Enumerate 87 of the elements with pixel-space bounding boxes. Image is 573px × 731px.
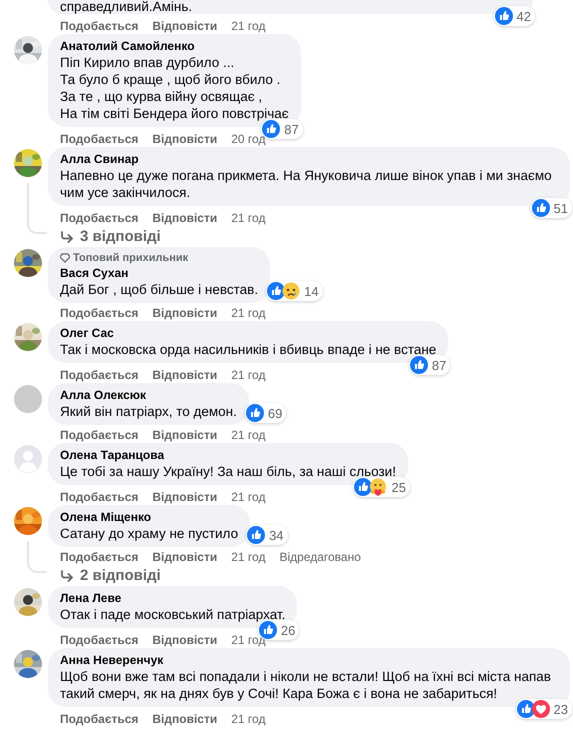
like-reaction-icon [410, 356, 428, 374]
like-reaction-icon [246, 404, 264, 422]
diamond-icon [60, 253, 70, 263]
like-reaction-icon [354, 478, 372, 496]
reactions-pill[interactable]: 23 [516, 699, 572, 719]
like-reaction-icon [267, 282, 286, 300]
author-name[interactable]: Олена Міщенко [60, 509, 238, 525]
hugging-face-icon [369, 478, 388, 496]
comment-text: справедливий.Амінь. [60, 0, 194, 14]
reply-arrow-icon [60, 570, 74, 582]
reactions-pill[interactable]: 25 [353, 477, 410, 497]
comment-text: Дай Бог , щоб більше і невстав. [60, 281, 258, 298]
like-link[interactable]: Подобається [60, 306, 138, 320]
reply-link[interactable]: Відповісти [152, 490, 218, 504]
reactions-pill[interactable]: 34 [246, 525, 288, 545]
timestamp[interactable]: 21 год [231, 19, 266, 33]
reply-arrow-icon [60, 231, 74, 243]
like-link[interactable]: Подобається [60, 19, 138, 33]
like-reaction-icon [258, 621, 277, 639]
comment-text: Напевно це дуже погана прикмета. На Януковича лише вінок упав і ми знаємо чим усе закінчилося. [60, 167, 553, 201]
reply-link[interactable]: Відповісти [152, 712, 218, 726]
like-reaction-icon [532, 199, 550, 217]
view-replies-link[interactable]: 3 відповіді [60, 228, 161, 246]
like-link[interactable]: Подобається [60, 132, 138, 146]
timestamp[interactable]: 21 год [231, 368, 266, 382]
author-name[interactable]: Алла Олексюк [60, 387, 237, 403]
reply-link[interactable]: Відповісти [152, 368, 218, 382]
reply-link[interactable]: Відповісти [152, 633, 218, 647]
author-name[interactable]: Олена Таранцова [60, 447, 396, 463]
comment-text: Щоб вони вже там всі попадали і ніколи не встали! Щоб на їхні всі міста напав такий смерч, як на днях був у Сочі! Кара Божа є і вона не забариться! [60, 668, 552, 702]
author-name[interactable]: Алла Свинар [60, 151, 558, 167]
timestamp[interactable]: 21 год [231, 550, 266, 564]
timestamp[interactable]: 21 год [231, 490, 266, 504]
reply-link[interactable]: Відповісти [152, 19, 218, 33]
like-link[interactable]: Подобається [60, 550, 138, 564]
view-replies-link[interactable]: 2 відповіді [60, 567, 161, 585]
reaction-count: 34 [269, 528, 284, 542]
reply-link[interactable]: Відповісти [152, 211, 218, 225]
edited-label: Відредаговано [279, 550, 361, 564]
comment-text: Це тобі за нашу Україну! За наш біль, за наші сльози! [60, 463, 396, 480]
thread-line [27, 183, 47, 234]
reactions-pill[interactable]: 51 [530, 198, 572, 218]
reaction-count: 69 [268, 406, 282, 420]
like-reaction-icon [494, 7, 513, 25]
thread-line [27, 541, 47, 573]
badge-label: Топовий прихильник [73, 251, 188, 265]
author-name[interactable]: Анна Неверенчук [60, 652, 558, 668]
like-link[interactable]: Подобається [60, 712, 138, 726]
author-name[interactable]: Вася Сухан [60, 265, 258, 281]
comment-text: Який він патріарх, то демон. [60, 403, 237, 420]
comment-text: Так і московска орда насильників і вбивць впаде і не встане [60, 341, 436, 358]
reaction-count: 23 [554, 702, 568, 716]
reaction-count: 87 [432, 358, 446, 372]
timestamp[interactable]: 21 год [231, 306, 266, 320]
reply-link[interactable]: Відповісти [152, 428, 218, 442]
reaction-count: 42 [516, 8, 531, 24]
like-link[interactable]: Подобається [60, 428, 138, 442]
reaction-count: 25 [391, 480, 406, 494]
like-link[interactable]: Подобається [60, 633, 138, 647]
comment-text: Отак і паде московський патріархат. [60, 606, 286, 623]
reaction-count: 14 [304, 284, 319, 298]
heart-reaction-icon [532, 700, 550, 718]
like-link[interactable]: Подобається [60, 211, 138, 225]
reactions-pill[interactable]: 14 [266, 281, 323, 301]
reply-link[interactable]: Відповісти [152, 550, 218, 564]
reactions-pill[interactable]: 69 [244, 403, 286, 423]
author-name[interactable]: Анатолий Самойленко [60, 38, 289, 54]
reply-link[interactable]: Відповісти [152, 132, 218, 146]
comment-text: Сатану до храму не пустило [60, 525, 238, 542]
crying-face-icon [282, 282, 300, 300]
like-link[interactable]: Подобається [60, 490, 138, 504]
like-reaction-icon [516, 700, 535, 718]
author-name[interactable]: Олег Сас [60, 325, 436, 341]
reactions-pill[interactable]: 42 [494, 6, 535, 26]
reactions-pill[interactable]: 87 [408, 355, 450, 375]
reaction-count: 87 [284, 122, 299, 136]
reaction-count: 51 [554, 200, 568, 216]
comment-text: Піп Кирило впав дурбило ... Та було б краще , щоб його вбило . За те , що курва війну освящає , На тім світі Бендера його повстрічає [60, 54, 289, 122]
like-reaction-icon [247, 526, 266, 544]
timestamp[interactable]: 21 год [231, 428, 266, 442]
author-name[interactable]: Лена Леве [60, 590, 286, 606]
timestamp[interactable]: 21 год [231, 211, 266, 225]
like-reaction-icon [262, 120, 280, 138]
timestamp[interactable]: 21 год [231, 712, 266, 726]
reaction-count: 26 [280, 622, 296, 638]
like-link[interactable]: Подобається [60, 368, 138, 382]
reply-link[interactable]: Відповісти [152, 306, 218, 320]
